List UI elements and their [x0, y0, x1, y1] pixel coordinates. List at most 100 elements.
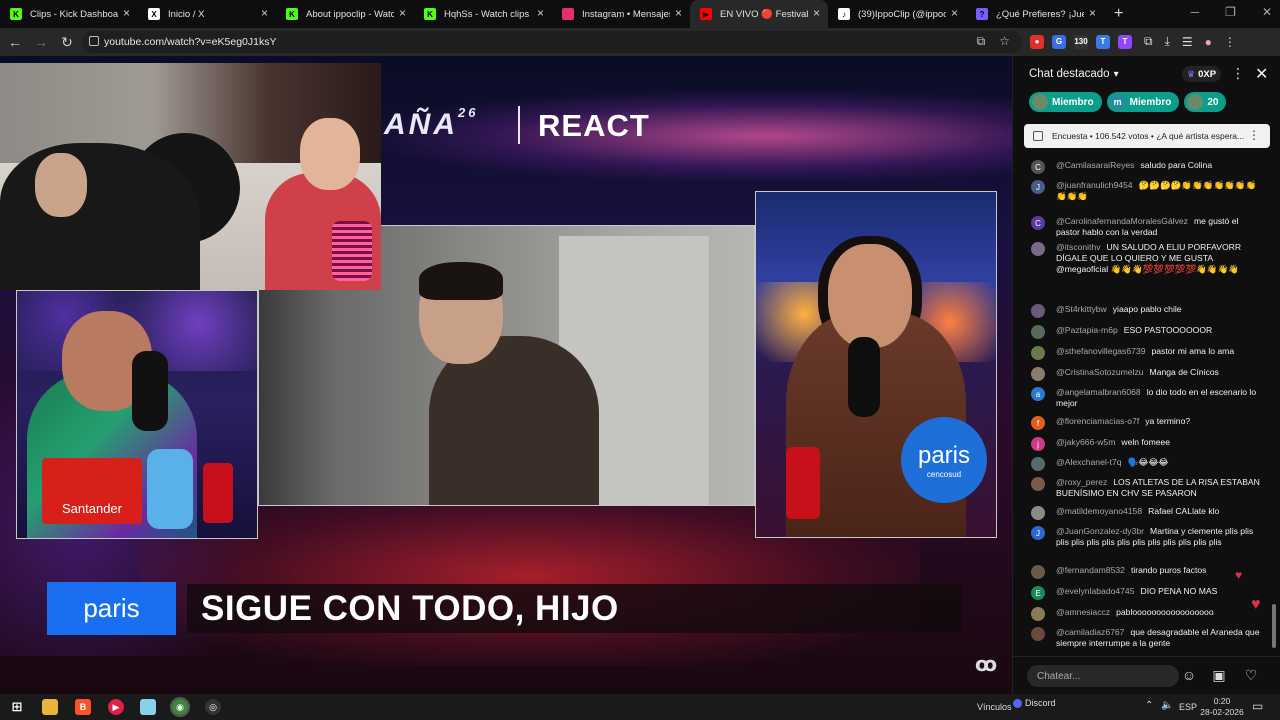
extension-counter-icon[interactable]: 130: [1074, 34, 1088, 49]
clock[interactable]: 0:20 28-02-2026: [1200, 696, 1244, 718]
browser-tab[interactable]: X Inicio / X ×: [138, 0, 276, 28]
chat-author[interactable]: @juanfranulich9454: [1056, 180, 1133, 190]
chat-message[interactable]: C @CarolinafernandaMoralesGálvez me gustó …: [1031, 216, 1263, 238]
brave-browser-icon[interactable]: B: [75, 699, 91, 715]
forward-icon[interactable]: →: [28, 34, 54, 50]
more-options-icon[interactable]: ⋮: [1248, 128, 1260, 142]
chat-author[interactable]: @itsconithv: [1056, 242, 1101, 252]
chat-author[interactable]: @matildemoyano4158: [1056, 506, 1142, 516]
extension-twitch-icon[interactable]: T: [1118, 34, 1132, 49]
chat-message[interactable]: a @angelamalbran6068 lo dio todo en el esc…: [1031, 387, 1263, 409]
file-explorer-icon[interactable]: [42, 699, 58, 715]
chat-author[interactable]: @florenciamacias-o7f: [1056, 416, 1139, 426]
new-tab-button[interactable]: +: [1114, 5, 1123, 23]
profile-avatar[interactable]: ●: [1205, 35, 1212, 49]
close-window-icon[interactable]: ✕: [1262, 5, 1272, 19]
chat-message[interactable]: @fernandam8532 tirando puros factos: [1031, 565, 1263, 579]
chat-message[interactable]: @Alexchanel-t7q 🗣️😂😂😂: [1031, 457, 1263, 471]
chevron-up-icon[interactable]: ⌃: [1145, 700, 1153, 711]
tab-close-icon[interactable]: ×: [951, 6, 958, 20]
chat-author[interactable]: @roxy_perez: [1056, 477, 1107, 487]
chat-message[interactable]: C @CamilasaraiReyes saludo para Colina: [1031, 160, 1263, 174]
chevron-down-icon[interactable]: ▾: [1114, 69, 1119, 80]
tab-close-icon[interactable]: ×: [675, 6, 682, 20]
app-icon[interactable]: [140, 699, 156, 715]
browser-tab[interactable]: Instagram • Mensajes ×: [552, 0, 690, 28]
media-player-icon[interactable]: ▶: [108, 699, 124, 715]
install-app-icon[interactable]: ⧉: [977, 34, 986, 49]
chat-filter-chip[interactable]: m Miembro: [1106, 92, 1180, 112]
browser-tab[interactable]: ▶ EN VIVO 🔴 Festival d ×: [690, 0, 828, 28]
chat-author[interactable]: @sthefanovillegas6739: [1056, 346, 1145, 356]
obs-icon[interactable]: ◎: [205, 699, 221, 715]
heart-icon[interactable]: ♡: [1241, 665, 1261, 685]
chat-message[interactable]: j @jaky666-w5m weln fomeee: [1031, 437, 1263, 451]
chat-message[interactable]: f @florenciamacias-o7f ya termino?: [1031, 416, 1263, 430]
address-bar[interactable]: youtube.com/watch?v=eK5eg0J1ksY ⧉ ☆: [82, 31, 1022, 53]
poll-banner[interactable]: Encuesta • 106.542 votos • ¿A qué artist…: [1024, 124, 1270, 148]
language-indicator[interactable]: ESP: [1179, 702, 1197, 712]
chat-message[interactable]: @CristinaSotozumelzu Manga de Cínicos: [1031, 367, 1263, 381]
emoji-icon[interactable]: ☺: [1179, 665, 1199, 685]
tab-close-icon[interactable]: ×: [261, 6, 268, 20]
more-options-icon[interactable]: ⋮: [1231, 65, 1245, 82]
system-tray[interactable]: ⌃ 🔈: [1145, 700, 1174, 711]
browser-tab[interactable]: ? ¿Qué Prefieres? ¡Juega en ×: [966, 0, 1104, 28]
chat-author[interactable]: @jaky666-w5m: [1056, 437, 1115, 447]
chat-message[interactable]: @sthefanovillegas6739 pastor mi ama lo am…: [1031, 346, 1263, 360]
extensions-puzzle-icon[interactable]: ⧉: [1144, 34, 1153, 49]
chat-author[interactable]: @Alexchanel-t7q: [1056, 457, 1122, 467]
tab-close-icon[interactable]: ×: [537, 6, 544, 20]
chat-author[interactable]: @camiladiaz6767: [1056, 627, 1124, 637]
chat-message[interactable]: @roxy_perez LOS ATLETAS DE LA RISA ESTABA…: [1031, 477, 1263, 499]
bookmark-star-icon[interactable]: ☆: [999, 34, 1010, 49]
download-icon[interactable]: ⤓: [1165, 34, 1170, 49]
chat-input[interactable]: Chatear...: [1027, 665, 1179, 687]
browser-tab[interactable]: K About ippoclip - Watch L ×: [276, 0, 414, 28]
chat-message[interactable]: @Paztapia-m6p ESO PASTOOOOOOR: [1031, 325, 1263, 339]
browser-tab[interactable]: K HqhSs - Watch clips o ×: [414, 0, 552, 28]
chat-author[interactable]: @CarolinafernandaMoralesGálvez: [1056, 216, 1188, 226]
chat-message[interactable]: @itsconithv UN SALUDO A ELIU PORFAVORR DÍ…: [1031, 242, 1263, 275]
chat-message[interactable]: @matildemoyano4158 Rafael CALlate klo: [1031, 506, 1263, 520]
extension-blue-icon[interactable]: G: [1052, 34, 1066, 49]
tab-close-icon[interactable]: ×: [399, 6, 406, 20]
chat-message[interactable]: J @JuanGonzalez-dy3br Martina y clemente p…: [1031, 526, 1263, 548]
chat-author[interactable]: @CamilasaraiReyes: [1056, 160, 1134, 170]
chat-filter-chip[interactable]: Miembro: [1029, 92, 1102, 112]
chat-author[interactable]: @St4rkittybw: [1056, 304, 1107, 314]
volume-icon[interactable]: 🔈: [1161, 700, 1173, 711]
extension-red-icon[interactable]: ●: [1030, 34, 1044, 49]
tab-close-icon[interactable]: ×: [123, 6, 130, 20]
chat-author[interactable]: @fernandam8532: [1056, 565, 1125, 575]
super-chat-icon[interactable]: ▣: [1209, 665, 1229, 685]
chat-author[interactable]: @amnesiaccz: [1056, 607, 1110, 617]
chrome-icon[interactable]: ◉: [170, 697, 190, 717]
close-icon[interactable]: ✕: [1255, 64, 1268, 84]
chat-message[interactable]: E @evelynlabado4745 DIO PENA NO MAS: [1031, 586, 1263, 600]
browser-tab[interactable]: ♪ (39)IppoClip (@ippoclip) ×: [828, 0, 966, 28]
windows-start-icon[interactable]: ⊞: [9, 699, 25, 715]
chat-mode-dropdown[interactable]: Chat destacado: [1029, 68, 1110, 80]
chat-filter-chip[interactable]: 20: [1184, 92, 1227, 112]
taskbar-links[interactable]: Vínculos: [977, 702, 1012, 712]
notification-icon[interactable]: ▭: [1252, 699, 1263, 713]
restore-icon[interactable]: ❐: [1225, 5, 1236, 19]
reading-list-icon[interactable]: ☰: [1182, 35, 1193, 49]
video-player[interactable]: AÑA26 REACT Santander paris cencosud par…: [0, 56, 1012, 694]
chat-author[interactable]: @CristinaSotozumelzu: [1056, 367, 1144, 377]
reload-icon[interactable]: ↻: [54, 34, 80, 51]
chrome-menu-icon[interactable]: ⋮: [1224, 35, 1236, 49]
chat-message[interactable]: @camiladiaz6767 que desagradable el Arane…: [1031, 627, 1263, 649]
tab-close-icon[interactable]: ×: [1089, 6, 1096, 20]
chat-author[interactable]: @Paztapia-m6p: [1056, 325, 1118, 335]
chat-message[interactable]: @St4rkittybw yiaapo pablo chile: [1031, 304, 1263, 318]
browser-tab[interactable]: K Clips - Kick Dashboard ×: [0, 0, 138, 28]
minimize-icon[interactable]: ─: [1191, 5, 1200, 19]
taskbar-discord[interactable]: Discord: [1013, 698, 1056, 708]
tab-close-icon[interactable]: ×: [813, 6, 820, 20]
chat-message[interactable]: @amnesiaccz pablooooooooooooooooo: [1031, 607, 1263, 621]
extension-translate-icon[interactable]: T: [1096, 34, 1110, 49]
chat-message[interactable]: J @juanfranulich9454 🤔🤔🤔🤔👏👏👏👏👏👏👏👏👏👏: [1031, 180, 1263, 202]
chat-author[interactable]: @JuanGonzalez-dy3br: [1056, 526, 1144, 536]
